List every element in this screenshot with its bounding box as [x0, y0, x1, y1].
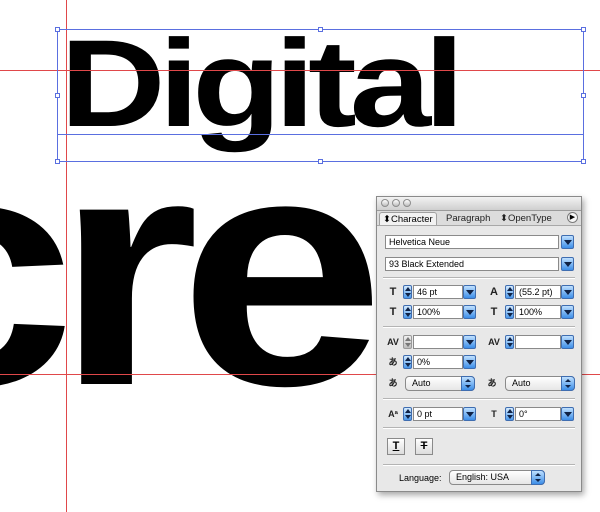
minimize-window-button[interactable] [392, 199, 400, 207]
horizontal-scale-stepper[interactable] [505, 305, 514, 319]
palette-tabs: ⬍Character Paragraph ⬍OpenType ▶ [377, 211, 581, 226]
vertical-scale-dropdown[interactable] [463, 305, 476, 319]
vertical-scale-field[interactable]: 100% [413, 305, 463, 319]
divider [383, 326, 575, 328]
font-family-dropdown[interactable] [561, 235, 574, 249]
text-object-digital[interactable]: Digital [60, 22, 465, 146]
vertical-scale-stepper[interactable] [403, 305, 412, 319]
divider [383, 398, 575, 400]
tracking-field[interactable] [515, 335, 561, 349]
language-popup[interactable]: English: USA [449, 470, 545, 485]
selection-handle-tc[interactable] [318, 27, 323, 32]
strikethrough-button[interactable]: T [415, 438, 433, 455]
tab-arrows-icon: ⬍ [383, 214, 391, 225]
tsume-stepper[interactable] [403, 355, 412, 369]
font-size-stepper[interactable] [403, 285, 412, 299]
baseline-shift-icon: Aª [388, 409, 398, 419]
kerning-stepper[interactable] [403, 335, 412, 349]
underline-button[interactable]: T [387, 438, 405, 455]
baseline-shift-stepper[interactable] [403, 407, 412, 421]
selection-handle-tl[interactable] [55, 27, 60, 32]
tsume-field[interactable]: 0% [413, 355, 463, 369]
font-family-field[interactable]: Helvetica Neue [385, 235, 559, 249]
leading-dropdown[interactable] [561, 285, 574, 299]
tab-paragraph[interactable]: Paragraph [443, 212, 493, 225]
leading-stepper[interactable] [505, 285, 514, 299]
selection-handle-tr[interactable] [581, 27, 586, 32]
kerning-dropdown[interactable] [463, 335, 476, 349]
horizontal-scale-icon: T [490, 306, 498, 318]
close-window-button[interactable] [381, 199, 389, 207]
font-size-field[interactable]: 46 pt [413, 285, 463, 299]
vertical-scale-icon: T [389, 306, 397, 318]
aki-right-popup[interactable]: Auto [505, 376, 575, 391]
font-style-dropdown[interactable] [561, 257, 574, 271]
horizontal-scale-dropdown[interactable] [561, 305, 574, 319]
font-size-icon: T [389, 286, 397, 298]
horizontal-scale-field[interactable]: 100% [515, 305, 561, 319]
divider [383, 277, 575, 279]
selection-handle-bl[interactable] [55, 159, 60, 164]
tab-opentype[interactable]: ⬍OpenType [497, 212, 555, 225]
character-rotation-stepper[interactable] [505, 407, 514, 421]
leading-field[interactable]: (55.2 pt) [515, 285, 561, 299]
aki-right-icon: あ [487, 378, 497, 388]
leading-icon: A [490, 286, 498, 298]
selection-handle-mr[interactable] [581, 93, 586, 98]
language-label: Language: [399, 473, 442, 483]
tsume-dropdown[interactable] [463, 355, 476, 369]
tsume-icon: あ [388, 357, 398, 367]
character-rotation-dropdown[interactable] [561, 407, 574, 421]
aki-left-icon: あ [388, 378, 398, 388]
selection-handle-bc[interactable] [318, 159, 323, 164]
selection-handle-br[interactable] [581, 159, 586, 164]
vertical-guide-1[interactable] [66, 0, 67, 512]
kerning-icon: AV [387, 337, 399, 347]
baseline-shift-field[interactable]: 0 pt [413, 407, 463, 421]
selection-handle-ml[interactable] [55, 93, 60, 98]
horizontal-guide-1[interactable] [0, 70, 600, 71]
character-rotation-icon: T [491, 409, 497, 419]
tracking-stepper[interactable] [505, 335, 514, 349]
tab-character[interactable]: ⬍Character [379, 212, 437, 225]
aki-left-popup[interactable]: Auto [405, 376, 475, 391]
palette-titlebar[interactable] [377, 197, 581, 211]
divider [383, 464, 575, 466]
character-rotation-field[interactable]: 0° [515, 407, 561, 421]
font-size-dropdown[interactable] [463, 285, 476, 299]
kerning-field[interactable] [413, 335, 463, 349]
palette-menu-button[interactable]: ▶ [567, 212, 578, 223]
tab-arrows-icon: ⬍ [500, 213, 508, 224]
text-baseline [57, 134, 584, 135]
tracking-dropdown[interactable] [561, 335, 574, 349]
zoom-window-button[interactable] [403, 199, 411, 207]
tracking-icon: AV [488, 337, 500, 347]
baseline-shift-dropdown[interactable] [463, 407, 476, 421]
character-palette: ⬍Character Paragraph ⬍OpenType ▶ Helveti… [376, 196, 582, 492]
font-style-field[interactable]: 93 Black Extended [385, 257, 559, 271]
divider [383, 427, 575, 429]
